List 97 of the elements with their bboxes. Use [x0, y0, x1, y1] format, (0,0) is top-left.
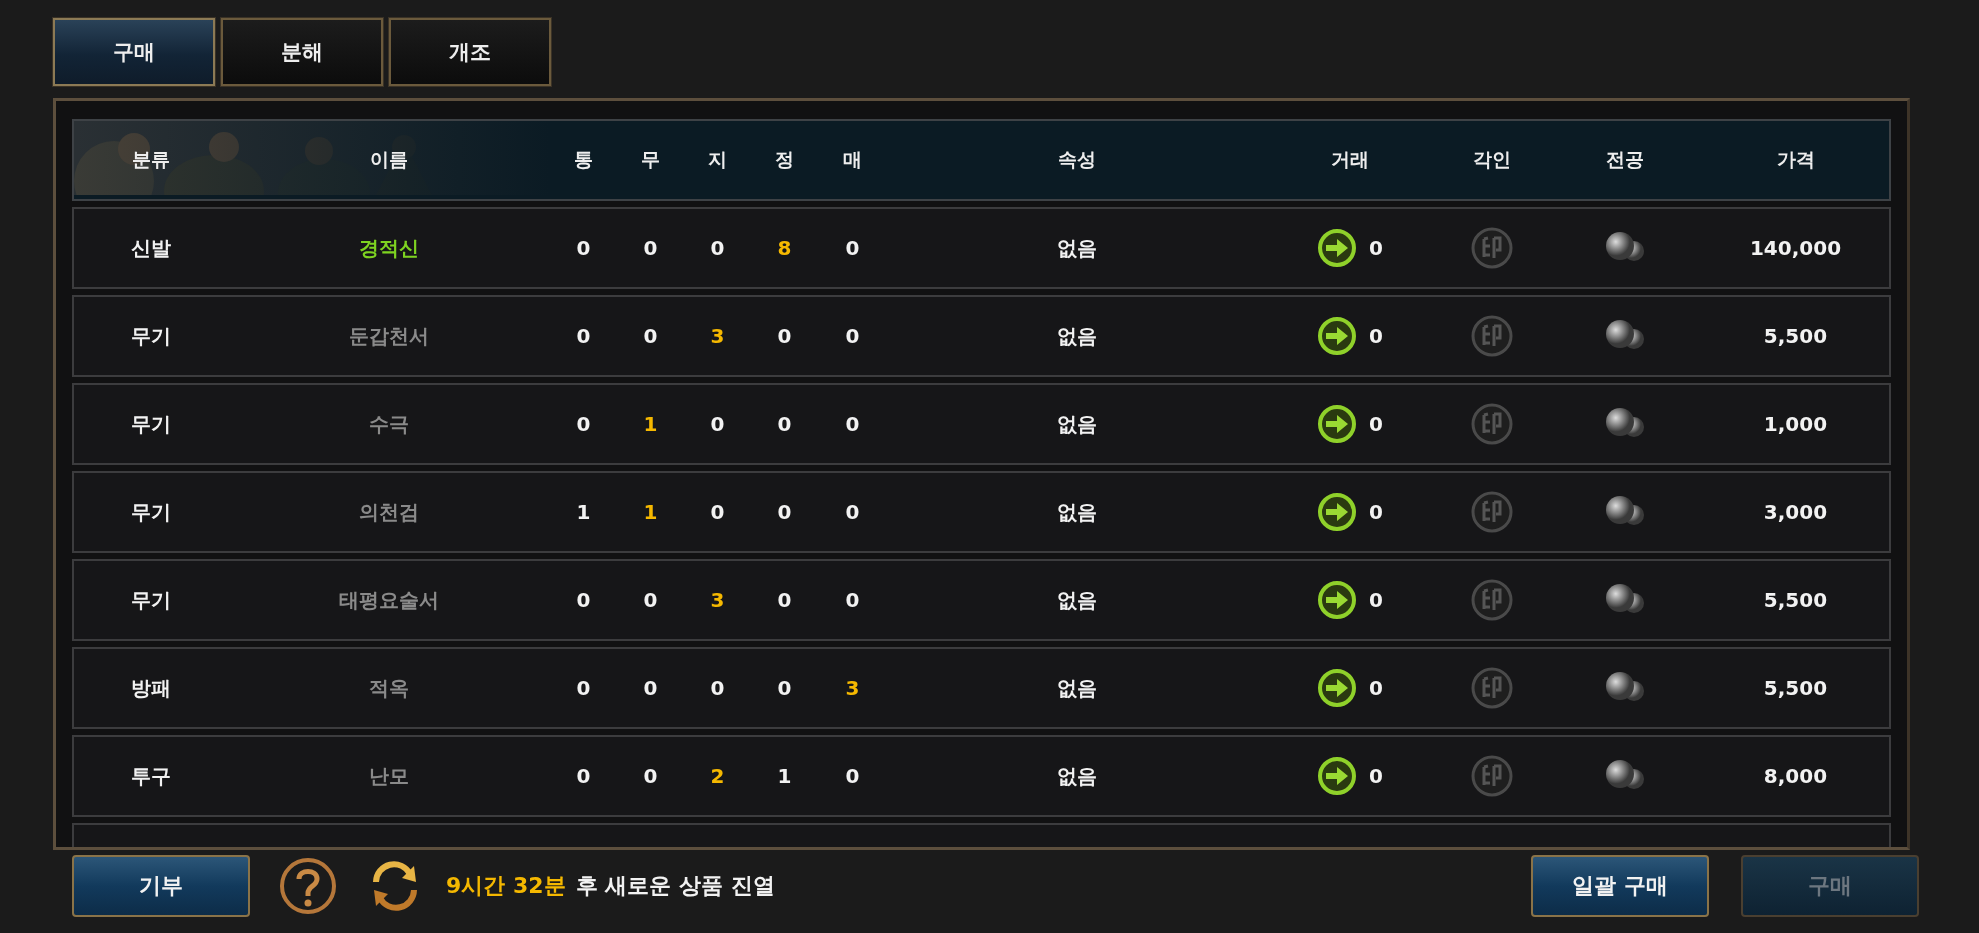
column-header: 이름: [370, 147, 408, 172]
attribute-text: 없음: [1057, 674, 1097, 702]
item-name: 경적신: [359, 234, 419, 262]
stat-value: 3: [710, 324, 725, 348]
seal-icon: [1471, 227, 1513, 269]
stat-value: 0: [643, 588, 658, 612]
seal-icon: [1471, 403, 1513, 445]
price-text: 8,000: [1763, 764, 1828, 788]
column-header: 통: [574, 147, 593, 172]
stat-value: 0: [845, 412, 860, 436]
seal-icon: [1471, 579, 1513, 621]
category-text: 방패: [131, 674, 171, 702]
trade-count: 0: [1369, 236, 1383, 260]
stat-value: 0: [777, 676, 792, 700]
attribute-text: 없음: [1057, 498, 1097, 526]
attribute-text: 없음: [1057, 234, 1097, 262]
stat-value: 0: [845, 764, 860, 788]
attribute-text: 없음: [1057, 410, 1097, 438]
column-header: 정: [775, 147, 794, 172]
timer-text: 9시간 32분: [446, 872, 566, 900]
price-text: 5,500: [1763, 588, 1828, 612]
stat-value: 0: [777, 412, 792, 436]
column-header: 가격: [1776, 147, 1815, 172]
price-text: 1,000: [1763, 412, 1828, 436]
stat-value: 0: [710, 412, 725, 436]
column-header: 거래: [1331, 147, 1369, 172]
stat-value: 0: [643, 236, 658, 260]
column-header: 전공: [1606, 147, 1644, 172]
stat-value: 1: [643, 500, 658, 524]
stat-value: 0: [710, 500, 725, 524]
price-text: 5,500: [1763, 324, 1828, 348]
stat-value: 8: [777, 236, 792, 260]
seal-icon: [1471, 755, 1513, 797]
item-name: 수극: [369, 410, 409, 438]
tab[interactable]: 분해: [221, 18, 383, 86]
trade-count: 0: [1369, 676, 1383, 700]
stat-value: 2: [710, 764, 725, 788]
stat-value: 0: [576, 412, 591, 436]
category-text: 투구: [131, 762, 171, 790]
stat-value: 1: [576, 500, 591, 524]
column-header: 각인: [1473, 147, 1511, 172]
tab[interactable]: 구매: [53, 18, 215, 86]
item-name: 둔갑천서: [349, 322, 429, 350]
item-name: 적옥: [369, 674, 409, 702]
stat-value: 0: [643, 324, 658, 348]
stat-value: 3: [710, 588, 725, 612]
stat-value: 0: [643, 764, 658, 788]
column-header: 속성: [1058, 147, 1096, 172]
stat-value: 0: [777, 324, 792, 348]
price-text: 3,000: [1763, 500, 1828, 524]
bulk-buy-button[interactable]: 일괄 구매: [1531, 855, 1709, 917]
stat-value: 0: [845, 588, 860, 612]
item-name: 의천검: [359, 498, 419, 526]
trade-count: 0: [1369, 764, 1383, 788]
stat-value: 0: [576, 236, 591, 260]
seal-icon: [1471, 667, 1513, 709]
stat-value: 0: [576, 324, 591, 348]
stat-value: 0: [710, 236, 725, 260]
category-text: 무기: [131, 586, 171, 614]
donate-button[interactable]: 기부: [72, 855, 250, 917]
restock-message: 후 새로운 상품 진열: [575, 872, 775, 900]
category-text: 무기: [131, 410, 171, 438]
attribute-text: 없음: [1057, 322, 1097, 350]
category-text: 무기: [131, 322, 171, 350]
column-header: 분류: [132, 147, 170, 172]
stat-value: 0: [777, 588, 792, 612]
category-text: 무기: [131, 498, 171, 526]
tab[interactable]: 개조: [389, 18, 551, 86]
seal-icon: [1471, 491, 1513, 533]
help-icon: [278, 856, 338, 916]
stat-value: 0: [845, 500, 860, 524]
attribute-text: 없음: [1057, 762, 1097, 790]
category-text: 신발: [131, 234, 171, 262]
item-name: 태평요술서: [339, 586, 439, 614]
seal-icon: [1471, 315, 1513, 357]
stat-value: 0: [845, 324, 860, 348]
attribute-text: 없음: [1057, 586, 1097, 614]
trade-count: 0: [1369, 324, 1383, 348]
price-text: 140,000: [1749, 236, 1842, 260]
stat-value: 0: [576, 676, 591, 700]
stat-value: 0: [576, 764, 591, 788]
trade-count: 0: [1369, 500, 1383, 524]
column-header: 매: [843, 147, 862, 172]
stat-value: 0: [643, 676, 658, 700]
column-header: 무: [641, 147, 660, 172]
stat-value: 1: [777, 764, 792, 788]
stat-value: 0: [777, 500, 792, 524]
trade-count: 0: [1369, 412, 1383, 436]
trade-count: 0: [1369, 588, 1383, 612]
column-header: 지: [708, 147, 727, 172]
price-text: 5,500: [1763, 676, 1828, 700]
stat-value: 1: [643, 412, 658, 436]
stat-value: 3: [845, 676, 860, 700]
stat-value: 0: [845, 236, 860, 260]
stat-value: 0: [710, 676, 725, 700]
stat-value: 0: [576, 588, 591, 612]
item-name: 난모: [369, 762, 409, 790]
